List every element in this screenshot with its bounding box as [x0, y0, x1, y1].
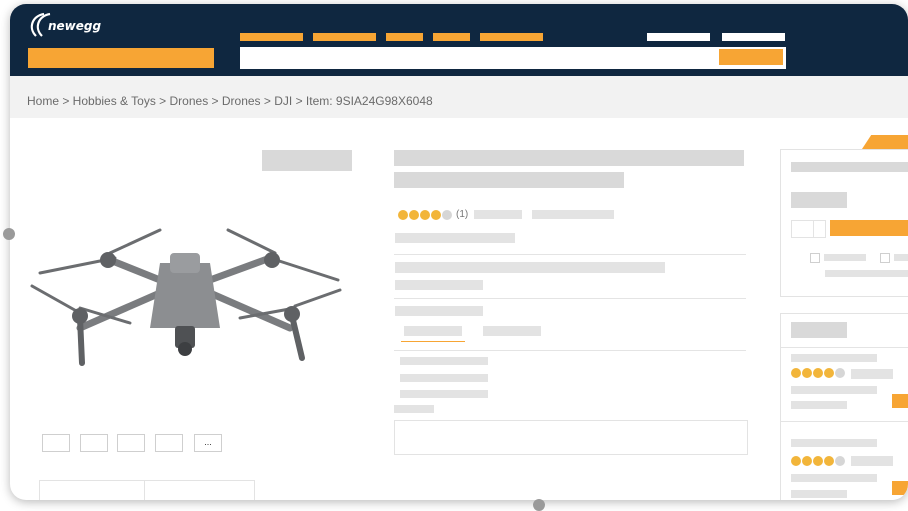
rec-item-2-add-button[interactable] [892, 481, 908, 495]
seller-info-line-2 [395, 280, 483, 290]
product-subinfo [395, 233, 515, 243]
rating-egg-icon [420, 209, 430, 220]
thumbnail-2[interactable] [80, 434, 108, 452]
thumbnail-4[interactable] [155, 434, 183, 452]
rating-egg-empty-icon [835, 456, 845, 466]
rec-item-1-reviews [851, 369, 893, 379]
rec-item-2-shipping [791, 490, 847, 498]
compare-label [824, 254, 866, 261]
recommendations-title [791, 322, 847, 338]
rating-egg-icon [813, 456, 823, 466]
wishlist-label [894, 254, 908, 261]
site-header: newegg [10, 4, 908, 76]
compare-checkbox[interactable] [810, 253, 820, 263]
rating-egg-icon [802, 368, 812, 378]
rating-count: (1) [456, 209, 469, 220]
nav-item-5[interactable] [480, 33, 543, 41]
rating-egg-icon [824, 456, 834, 466]
divider [781, 347, 908, 348]
spec-line-4 [394, 405, 434, 413]
thumbnail-1[interactable] [42, 434, 70, 452]
product-title-line-2 [394, 172, 624, 188]
product-image[interactable] [20, 218, 350, 378]
breadcrumb[interactable]: Home > Hobbies & Toys > Drones > Drones … [27, 94, 433, 108]
divider [394, 254, 746, 255]
newegg-logo[interactable]: newegg [26, 10, 122, 42]
divider [394, 350, 746, 351]
seller-info-line-1 [395, 262, 665, 273]
rating-egg-icon [813, 368, 823, 378]
rec-item-1-rating [791, 368, 845, 378]
option-tab-2[interactable] [483, 326, 541, 336]
rating-egg-icon [824, 368, 834, 378]
divider [394, 298, 746, 299]
nav-item-2[interactable] [313, 33, 376, 41]
image-badge [262, 150, 352, 171]
buy-box-title [791, 162, 908, 172]
drone-icon [30, 228, 342, 366]
location-selector[interactable] [28, 48, 214, 68]
rating-egg-icon [802, 456, 812, 466]
browser-frame: newegg Home > Hobbies & Toys > Drones > … [10, 4, 908, 500]
resize-handle-left[interactable] [3, 228, 15, 240]
cart-link[interactable] [722, 33, 785, 41]
more-thumbnails-button[interactable]: ... [194, 434, 222, 452]
image-tab-1[interactable] [39, 480, 145, 500]
rec-item-2-reviews [851, 456, 893, 466]
thumbnail-3[interactable] [117, 434, 145, 452]
rec-item-1-shipping [791, 401, 847, 409]
wishlist-checkbox[interactable] [880, 253, 890, 263]
rating-egg-empty-icon [835, 368, 845, 378]
logo-wordmark: newegg [48, 19, 102, 33]
nav-item-1[interactable] [240, 33, 303, 41]
product-title-line-1 [394, 150, 744, 166]
rating-egg-icon [791, 368, 801, 378]
quantity-stepper-divider [813, 221, 814, 237]
price-placeholder [791, 192, 847, 208]
divider [781, 421, 908, 422]
search-button[interactable] [719, 49, 783, 65]
rating-egg-icon [791, 456, 801, 466]
rec-item-2-title [791, 439, 877, 447]
rec-item-2-price [791, 474, 877, 482]
write-review-link[interactable] [532, 210, 614, 219]
rating-egg-icon [409, 209, 419, 220]
account-link[interactable] [647, 33, 710, 41]
search-input[interactable] [240, 47, 786, 69]
nav-item-4[interactable] [433, 33, 470, 41]
product-rating[interactable]: (1) [398, 209, 468, 220]
spec-line-2 [400, 374, 488, 382]
rec-item-1-add-button[interactable] [892, 394, 908, 408]
promo-ribbon [862, 135, 908, 149]
spec-line-3 [400, 390, 488, 398]
option-tab-1-underline [401, 341, 465, 342]
option-label [395, 306, 483, 316]
rec-item-2-rating [791, 456, 845, 466]
rating-egg-icon [398, 209, 408, 220]
rating-egg-icon [431, 209, 441, 220]
rating-egg-empty-icon [442, 209, 452, 220]
option-tab-1[interactable] [404, 326, 462, 336]
buy-box-note [825, 270, 908, 277]
nav-item-3[interactable] [386, 33, 423, 41]
resize-handle-bottom[interactable] [533, 499, 545, 511]
rec-item-1-price [791, 386, 877, 394]
quantity-stepper[interactable] [791, 220, 826, 238]
add-to-cart-button[interactable] [830, 220, 908, 236]
image-tab-2[interactable] [144, 480, 255, 500]
product-notice-box [394, 420, 748, 455]
rec-item-1-title [791, 354, 877, 362]
spec-line-1 [400, 357, 488, 365]
review-link[interactable] [474, 210, 522, 219]
